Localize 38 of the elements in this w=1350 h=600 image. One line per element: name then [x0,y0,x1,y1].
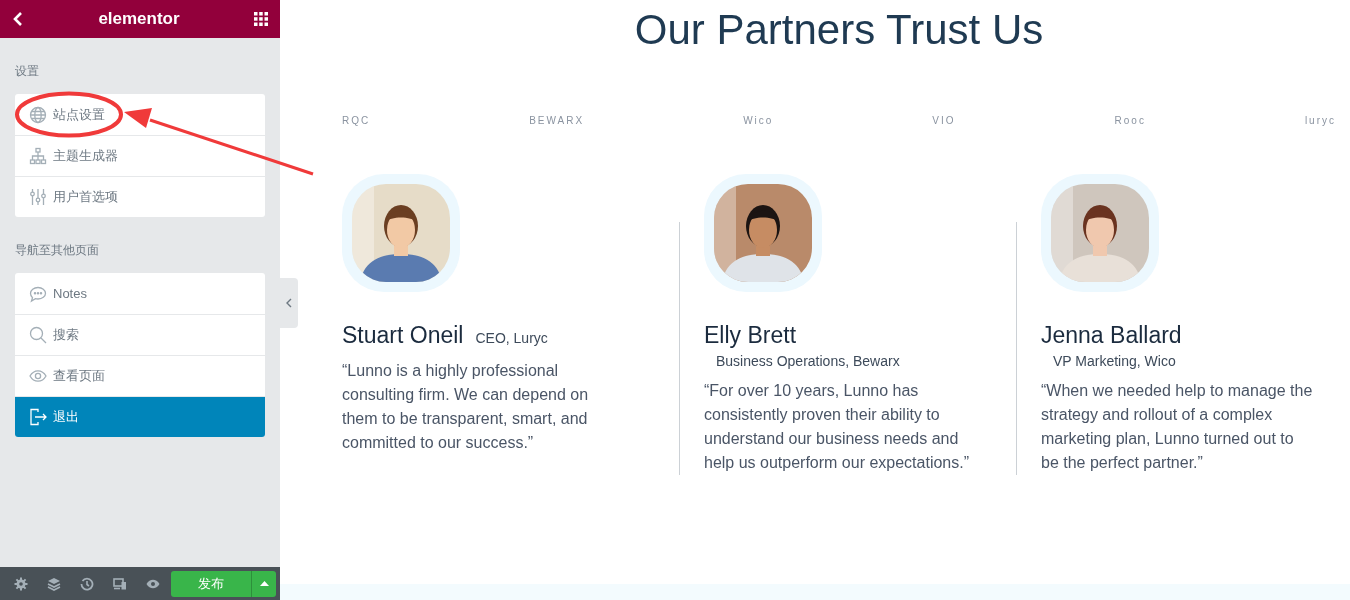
panel-menu-item[interactable]: Notes [15,273,265,314]
person-name: Stuart Oneil [342,322,464,348]
globe-icon [29,105,47,124]
partner-logo: VIO [932,113,956,128]
testimonial-quote: “For over 10 years, Lunno has consistently proven their ability to understand our business needs and help us outperform our expectations.” [704,380,971,473]
panel-menu-item[interactable]: 主题生成器 [15,135,265,176]
person-name: Elly Brett [704,322,797,348]
apps-grid-icon[interactable] [254,12,268,26]
partner-logo: Wico [743,113,774,128]
partner-logo: Rooc [1114,113,1146,128]
publish-button[interactable]: 发布 [171,570,251,597]
panel-menu-item[interactable]: 用户首选项 [15,176,265,217]
chevron-left-icon [286,298,292,308]
sitemap-icon [29,147,47,165]
section-title: 导航至其他页面 [15,242,100,259]
panel-menu-item[interactable]: 搜索 [15,314,265,355]
testimonial-quote: “Lunno is a highly professional consulting firm. We can depend on them to be transparent, smart, and committed to our success.” [342,360,590,453]
person-role: VP Marketing, Wico [1053,351,1176,371]
partner-logo: BEWARX [529,113,585,128]
testimonial-quote: “When we needed help to manage the strategy and rollout of a complex marketing plan, Lunno turned out to be the perfect partner.” [1041,380,1313,473]
back-icon[interactable] [12,11,24,27]
search-icon [29,326,47,344]
person-role: CEO, Luryc [475,330,548,346]
publish-options-button[interactable] [251,570,276,597]
partner-logo: RQC [342,113,371,128]
partner-logo: luryc [1304,113,1336,128]
section-title: 设置 [15,63,40,80]
person-name: Jenna Ballard [1041,322,1182,348]
panel-menu-item[interactable]: 站点设置 [15,94,265,135]
caret-up-icon [259,581,269,586]
chat-icon [29,284,47,303]
person-role: Business Operations, Bewarx [716,351,900,371]
eye-icon [29,367,47,385]
logo-text: elementor [98,8,180,31]
section-heading: Our Partners Trust Us [633,6,1045,54]
sliders-icon [29,188,47,206]
panel-menu-item[interactable]: 退出 [15,396,265,437]
exit-icon [29,408,47,426]
